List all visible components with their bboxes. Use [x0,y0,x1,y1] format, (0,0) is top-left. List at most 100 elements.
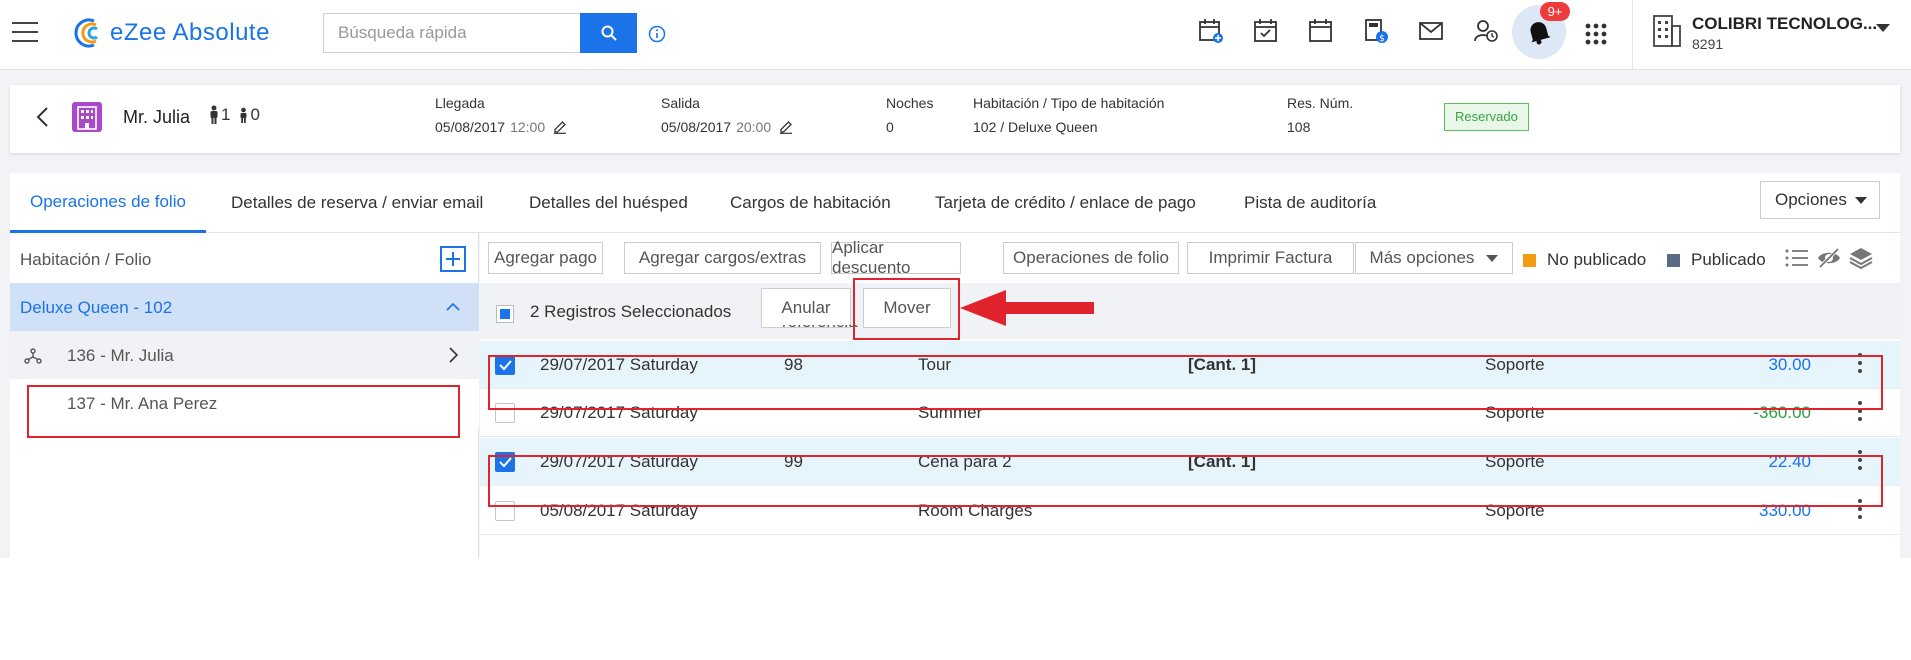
row-menu-icon[interactable] [1857,450,1863,472]
eye-off-icon[interactable] [1816,246,1842,270]
arrival-label: Llegada [435,95,485,111]
tab-guest-details[interactable]: Detalles del huésped [529,173,688,233]
row-checkbox[interactable] [495,452,515,472]
row-description: Tour [918,355,952,374]
tab-folio-operations[interactable]: Operaciones de folio [10,173,206,233]
table-row[interactable]: 29/07/2017 Saturday 99 Cena para 2 [Cant… [480,438,1900,486]
row-menu-icon[interactable] [1857,401,1863,423]
row-checkbox[interactable] [495,501,515,521]
departure-time: 20:00 [736,119,772,135]
company-name[interactable]: COLIBRI TECNOLOG... [1692,14,1877,34]
select-all-checkbox[interactable] [496,305,514,323]
checkin-calendar-icon[interactable] [1251,16,1281,46]
reservation-number: 108 [1287,119,1311,135]
legend-unposted-label: No publicado [1547,250,1647,269]
arrival-field: Llegada 05/08/2017 12:00 [435,95,567,135]
more-options-label: Más opciones [1369,248,1475,267]
row-user: Soporte [1485,403,1545,422]
row-date: 05/08/2017 Saturday [540,501,698,520]
hotel-icon [72,102,102,132]
folio-item[interactable]: 136 - Mr. Julia [10,331,479,379]
add-payment-button[interactable]: Agregar pago [488,242,603,274]
row-user: Soporte [1485,355,1545,374]
void-button[interactable]: Anular [761,288,851,328]
calculator-icon[interactable]: $ [1361,16,1391,46]
departure-date: 05/08/2017 [661,119,732,135]
tab-reservation-details[interactable]: Detalles de reserva / enviar email [231,173,483,233]
row-description: Cena para 2 [918,452,1012,471]
row-menu-icon[interactable] [1857,353,1863,375]
table-row[interactable]: 05/08/2017 Saturday Room Charges Soporte… [480,487,1900,535]
app-logo[interactable]: eZee Absolute [72,16,270,50]
mail-icon[interactable] [1416,16,1446,46]
legend-posted: Publicado [1667,250,1766,270]
row-reference: 99 [784,452,803,471]
folio-label: 137 - Mr. Ana Perez [67,394,218,413]
folio-transactions-panel: Agregar pago Agregar cargos/extras Aplic… [480,233,1900,558]
edit-arrival-icon[interactable] [553,120,567,134]
row-date: 29/07/2017 Saturday [540,355,698,374]
more-options-dropdown[interactable]: Más opciones [1355,242,1513,274]
tab-credit-card[interactable]: Tarjeta de crédito / enlace de pago [935,173,1196,233]
folio-list-title: Habitación / Folio [20,250,152,269]
chevron-right-icon [449,347,458,363]
departure-field: Salida 05/08/2017 20:00 [661,95,793,135]
app-name: eZee Absolute [110,19,270,46]
room-group-label: Deluxe Queen - 102 [20,298,173,317]
row-quantity: [Cant. 1] [1188,355,1256,374]
room-group-row[interactable]: Deluxe Queen - 102 [10,283,479,331]
room-value: 102 / Deluxe Queen [973,119,1098,135]
print-invoice-button[interactable]: Imprimir Factura [1187,242,1354,274]
table-row[interactable]: 29/07/2017 Saturday 98 Tour [Cant. 1] So… [480,341,1900,389]
calendar-icon[interactable] [1306,16,1336,46]
menu-icon[interactable] [12,22,38,42]
folio-label: 136 - Mr. Julia [67,346,174,365]
new-reservation-icon[interactable] [1196,16,1226,46]
row-reference: 98 [784,355,803,374]
user-clock-icon[interactable] [1471,16,1501,46]
tab-bar: Operaciones de folio Detalles de reserva… [10,173,1900,233]
folio-operations-button[interactable]: Operaciones de folio [1003,242,1179,274]
row-checkbox[interactable] [495,403,515,423]
row-menu-icon[interactable] [1857,499,1863,521]
reservation-number-field: Res. Núm. 108 [1287,95,1353,135]
move-button[interactable]: Mover [863,288,951,328]
tab-audit-trail[interactable]: Pista de auditoría [1244,173,1376,233]
table-row[interactable]: 29/07/2017 Saturday Summer Soporte -360.… [480,389,1900,437]
folio-item[interactable]: 137 - Mr. Ana Perez [10,379,479,427]
info-icon[interactable] [648,25,666,43]
add-charges-button[interactable]: Agregar cargos/extras [624,242,821,274]
company-dropdown-icon[interactable] [1876,24,1890,32]
annotation-arrow-icon [960,290,1094,326]
folio-toolbar: Agregar pago Agregar cargos/extras Aplic… [480,233,1900,283]
add-folio-button[interactable] [440,246,466,272]
split-icon [24,348,42,364]
unposted-swatch [1523,253,1536,267]
search-button[interactable] [580,13,637,53]
arrival-time: 12:00 [510,119,546,135]
apps-grid-icon[interactable] [1584,22,1608,46]
row-date: 29/07/2017 Saturday [540,403,698,422]
top-divider [1632,0,1633,70]
row-checkbox[interactable] [495,355,515,375]
tab-room-charges[interactable]: Cargos de habitación [730,173,891,233]
layers-icon[interactable] [1848,246,1874,270]
apply-discount-button[interactable]: Aplicar descuento [831,238,961,277]
row-user: Soporte [1485,452,1545,471]
back-arrow-icon[interactable] [32,105,54,129]
selection-bar: 2 Registros Seleccionados Anular Mover [480,283,1900,339]
chevron-down-icon [1855,197,1867,204]
row-amount: 22.40 [1768,452,1811,471]
row-user: Soporte [1485,501,1545,520]
pax-count: 1 0 [208,105,268,125]
options-dropdown[interactable]: Opciones [1760,181,1880,219]
edit-departure-icon[interactable] [779,120,793,134]
reference-header-label: referencia [782,325,858,331]
app-window: eZee Absolute $ [0,0,1911,558]
chevron-up-icon[interactable] [446,301,460,311]
adult-icon [210,105,218,124]
room-field: Habitación / Tipo de habitación 102 / De… [973,95,1164,135]
list-view-icon[interactable] [1784,246,1810,270]
top-icons: $ [1196,16,1526,46]
bell-icon [1530,22,1551,45]
